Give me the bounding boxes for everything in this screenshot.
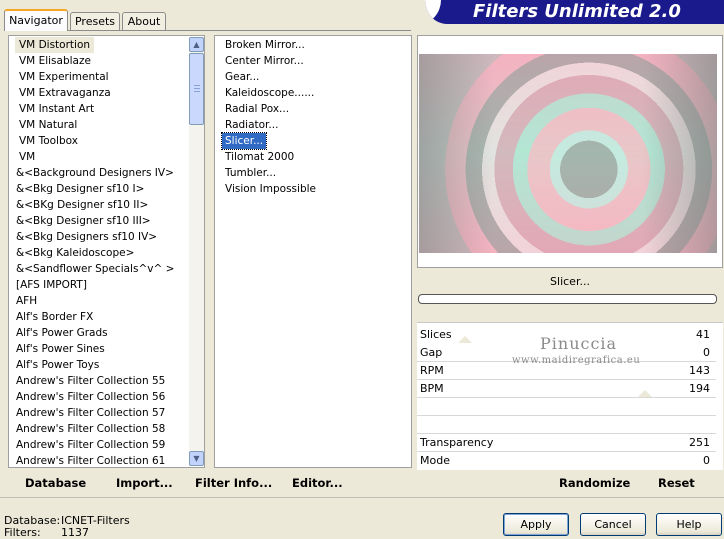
scroll-up-button[interactable]: ▲ <box>189 37 204 52</box>
category-item[interactable]: &<Sandflower Specials^v^ > <box>16 261 174 277</box>
param-mode[interactable]: Mode 0 <box>417 452 716 470</box>
preview-image <box>419 54 717 253</box>
category-item[interactable]: [AFS IMPORT] <box>16 277 87 293</box>
param-empty-1 <box>417 398 716 416</box>
param-slices-label: Slices <box>420 328 452 341</box>
cancel-button[interactable]: Cancel <box>580 513 646 536</box>
reset-button[interactable]: Reset <box>658 473 695 493</box>
category-item[interactable]: Alf's Power Sines <box>16 341 105 357</box>
category-item[interactable]: Andrew's Filter Collection 59 <box>16 437 165 453</box>
category-item[interactable]: &<Bkg Designer sf10 I> <box>16 181 144 197</box>
category-list[interactable]: VM Distortion VM Elisablaze VM Experimenta… <box>8 35 205 468</box>
param-mode-label: Mode <box>420 454 450 467</box>
filter-item[interactable]: Tumbler... <box>225 165 276 181</box>
category-item[interactable]: &<Background Designers IV> <box>16 165 174 181</box>
category-item[interactable]: &<Bkg Kaleidoscope> <box>16 245 134 261</box>
param-gap-value: 0 <box>703 346 710 359</box>
randomize-button[interactable]: Randomize <box>559 473 630 493</box>
category-item[interactable]: Alf's Border FX <box>16 309 93 325</box>
import-button[interactable]: Import... <box>116 473 173 493</box>
filter-item[interactable]: Kaleidoscope...... <box>225 85 314 101</box>
param-mode-value: 0 <box>703 454 710 467</box>
apply-button[interactable]: Apply <box>503 513 569 536</box>
watermark-url: www.maidiregrafica.eu <box>512 355 641 366</box>
current-filter-name: Slicer... <box>550 275 590 288</box>
filter-item[interactable]: Slicer... <box>220 132 268 150</box>
category-item[interactable]: Alf's Power Grads <box>16 325 108 341</box>
category-item[interactable]: Andrew's Filter Collection 61 <box>16 453 165 467</box>
filter-item[interactable]: Radial Pox... <box>225 101 289 117</box>
category-item[interactable]: VM <box>19 149 35 165</box>
filter-item[interactable]: Tilomat 2000 <box>225 149 294 165</box>
param-gap-label: Gap <box>420 346 443 359</box>
param-bpm-label: BPM <box>420 382 444 395</box>
param-slices-slider-thumb[interactable] <box>458 336 472 343</box>
help-button[interactable]: Help <box>656 513 722 536</box>
filter-item[interactable]: Radiator... <box>225 117 278 133</box>
category-scrollbar[interactable]: ▲ ▼ <box>189 37 204 466</box>
param-rpm-label: RPM <box>420 364 444 377</box>
category-item[interactable]: VM Natural <box>19 117 77 133</box>
category-item[interactable]: VM Instant Art <box>19 101 94 117</box>
category-item[interactable]: VM Extravaganza <box>19 85 111 101</box>
param-empty-2 <box>417 416 716 434</box>
tab-navigator[interactable]: Navigator <box>4 9 68 31</box>
filter-info-button[interactable]: Filter Info... <box>195 473 272 493</box>
category-item[interactable]: VM Elisablaze <box>19 53 91 69</box>
category-item[interactable]: &<Bkg Designers sf10 IV> <box>16 229 157 245</box>
param-transparency-label: Transparency <box>420 436 494 449</box>
category-item[interactable]: &<Bkg Designer sf10 III> <box>16 213 151 229</box>
category-item[interactable]: VM Experimental <box>19 69 109 85</box>
scroll-thumb[interactable] <box>189 53 204 125</box>
filters-count-value: 1137 <box>61 526 89 539</box>
filter-item[interactable]: Broken Mirror... <box>225 37 305 53</box>
param-bpm-value: 194 <box>689 382 710 395</box>
watermark-text: Pinuccia <box>540 334 618 353</box>
category-item[interactable]: Andrew's Filter Collection 55 <box>16 373 165 389</box>
progress-bar <box>418 294 717 304</box>
category-item[interactable]: Andrew's Filter Collection 56 <box>16 389 165 405</box>
param-rpm-value: 143 <box>689 364 710 377</box>
category-item[interactable]: VM Toolbox <box>19 133 78 149</box>
param-transparency[interactable]: Transparency 251 <box>417 434 716 452</box>
editor-button[interactable]: Editor... <box>292 473 343 493</box>
category-item[interactable]: AFH <box>16 293 37 309</box>
param-bpm-slider-thumb[interactable] <box>638 390 652 397</box>
param-slices-value: 41 <box>696 328 710 341</box>
filters-count-label: Filters: <box>4 526 41 539</box>
param-bpm[interactable]: BPM 194 <box>417 380 716 398</box>
filter-list[interactable]: Broken Mirror... Center Mirror... Gear... K… <box>214 35 412 468</box>
filter-item[interactable]: Center Mirror... <box>225 53 304 69</box>
tab-about[interactable]: About <box>122 12 166 30</box>
filter-item[interactable]: Gear... <box>225 69 259 85</box>
tab-presets[interactable]: Presets <box>70 12 120 30</box>
category-item[interactable]: Alf's Power Toys <box>16 357 99 373</box>
category-item[interactable]: &<BKg Designer sf10 II> <box>16 197 148 213</box>
filter-item[interactable]: Vision Impossible <box>225 181 316 197</box>
app-title: Filters Unlimited 2.0 <box>425 0 724 24</box>
category-item[interactable]: VM Distortion <box>15 37 95 53</box>
category-item[interactable]: Andrew's Filter Collection 57 <box>16 405 165 421</box>
database-button[interactable]: Database <box>25 473 86 493</box>
scroll-down-button[interactable]: ▼ <box>189 451 204 466</box>
param-transparency-value: 251 <box>689 436 710 449</box>
category-item[interactable]: Andrew's Filter Collection 58 <box>16 421 165 437</box>
